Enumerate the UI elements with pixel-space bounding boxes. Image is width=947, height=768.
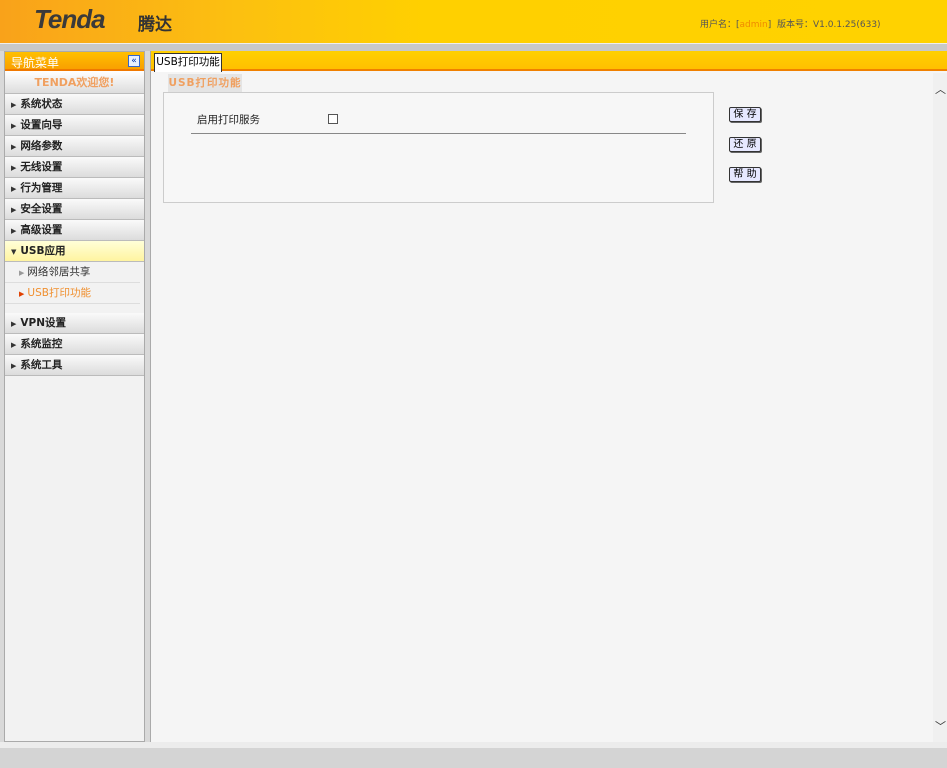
- sidebar-item-usb[interactable]: ▼ USB应用: [5, 241, 144, 262]
- label: 网络邻居共享: [27, 266, 91, 278]
- collapse-icon[interactable]: «: [128, 55, 140, 67]
- label: 无线设置: [20, 161, 63, 173]
- user-info: 用户名：[admin] 版本号：V1.0.1.25(633): [700, 17, 881, 30]
- sidebar-title: 导航菜单 «: [5, 52, 144, 71]
- sidebar-item-status[interactable]: ▶ 系统状态: [5, 94, 144, 115]
- sidebar-item-behavior[interactable]: ▶ 行为管理: [5, 178, 144, 199]
- label: 高级设置: [20, 224, 63, 236]
- username: admin: [739, 20, 768, 30]
- user-label: 用户名：[: [700, 20, 740, 30]
- tab-bar: USB打印功能: [151, 51, 947, 72]
- sidebar-item-monitor[interactable]: ▶ 系统监控: [5, 334, 144, 355]
- settings-box: 启用打印服务: [163, 92, 714, 203]
- sidebar: 导航菜单 « TENDA欢迎您! ▶ 系统状态 ▶ 设置向导 ▶ 网络参数 ▶ 无线设置 …: [4, 51, 145, 742]
- sidebar-sub-samba[interactable]: ▶ 网络邻居共享: [5, 262, 140, 283]
- arrow-right-icon: ▶: [11, 122, 17, 130]
- user-close: ]: [767, 20, 772, 30]
- arrow-down-icon: ▼: [11, 248, 17, 256]
- version: V1.0.1.25(633): [812, 20, 881, 30]
- logo-cn: 腾达: [138, 15, 172, 35]
- divider: [191, 133, 686, 134]
- sidebar-title-text: 导航菜单: [11, 56, 60, 70]
- scroll-up-icon[interactable]: ︿: [935, 81, 946, 97]
- scroll-down-icon[interactable]: ﹀: [935, 718, 946, 734]
- sidebar-sub-usb-print[interactable]: ▶ USB打印功能: [5, 283, 140, 304]
- logo: Tenda: [34, 4, 106, 34]
- enable-print-label: 启用打印服务: [197, 114, 260, 126]
- restore-button[interactable]: 还 原: [729, 137, 761, 152]
- tab-usb-print[interactable]: USB打印功能: [154, 53, 222, 72]
- arrow-right-icon: ▶: [11, 227, 17, 235]
- arrow-right-icon: ▶: [11, 362, 17, 370]
- label: VPN设置: [20, 317, 66, 329]
- arrow-right-icon: ▶: [11, 320, 17, 328]
- label: 设置向导: [20, 119, 63, 131]
- arrow-right-icon: ▶: [11, 164, 17, 172]
- label: 网络参数: [20, 140, 63, 152]
- sidebar-item-tools[interactable]: ▶ 系统工具: [5, 355, 144, 376]
- arrow-right-icon: ▶: [11, 206, 17, 214]
- section-title: USB打印功能: [168, 74, 242, 92]
- arrow-right-icon: ▶: [11, 185, 17, 193]
- sidebar-item-vpn[interactable]: ▶ VPN设置: [5, 313, 144, 334]
- help-button[interactable]: 帮 助: [729, 167, 761, 182]
- label: 系统工具: [20, 359, 63, 371]
- sidebar-item-wireless[interactable]: ▶ 无线设置: [5, 157, 144, 178]
- arrow-right-icon: ▶: [11, 143, 17, 151]
- enable-print-checkbox[interactable]: [328, 114, 338, 124]
- label: USB应用: [20, 245, 66, 257]
- scrollbar[interactable]: ︿ ﹀: [933, 73, 947, 742]
- sidebar-item-security[interactable]: ▶ 安全设置: [5, 199, 144, 220]
- header: Tenda 腾达 用户名：[admin] 版本号：V1.0.1.25(633): [0, 0, 947, 43]
- label: USB打印功能: [27, 287, 91, 299]
- arrow-right-icon: ▶: [19, 269, 25, 277]
- label: 安全设置: [20, 203, 63, 215]
- save-button[interactable]: 保 存: [729, 107, 761, 122]
- main-panel: USB打印功能 USB打印功能 启用打印服务 保 存 还 原 帮 助 ︿ ﹀: [150, 51, 947, 742]
- sidebar-item-network[interactable]: ▶ 网络参数: [5, 136, 144, 157]
- arrow-right-icon: ▶: [19, 290, 25, 298]
- label: 系统状态: [20, 98, 63, 110]
- footer: [0, 742, 947, 768]
- welcome-text: TENDA欢迎您!: [5, 71, 144, 94]
- sidebar-item-advanced[interactable]: ▶ 高级设置: [5, 220, 144, 241]
- label: 行为管理: [20, 182, 63, 194]
- separator-band: [0, 43, 947, 51]
- version-label: 版本号：: [776, 20, 813, 30]
- arrow-right-icon: ▶: [11, 101, 17, 109]
- label: 系统监控: [20, 338, 63, 350]
- sidebar-item-wizard[interactable]: ▶ 设置向导: [5, 115, 144, 136]
- arrow-right-icon: ▶: [11, 341, 17, 349]
